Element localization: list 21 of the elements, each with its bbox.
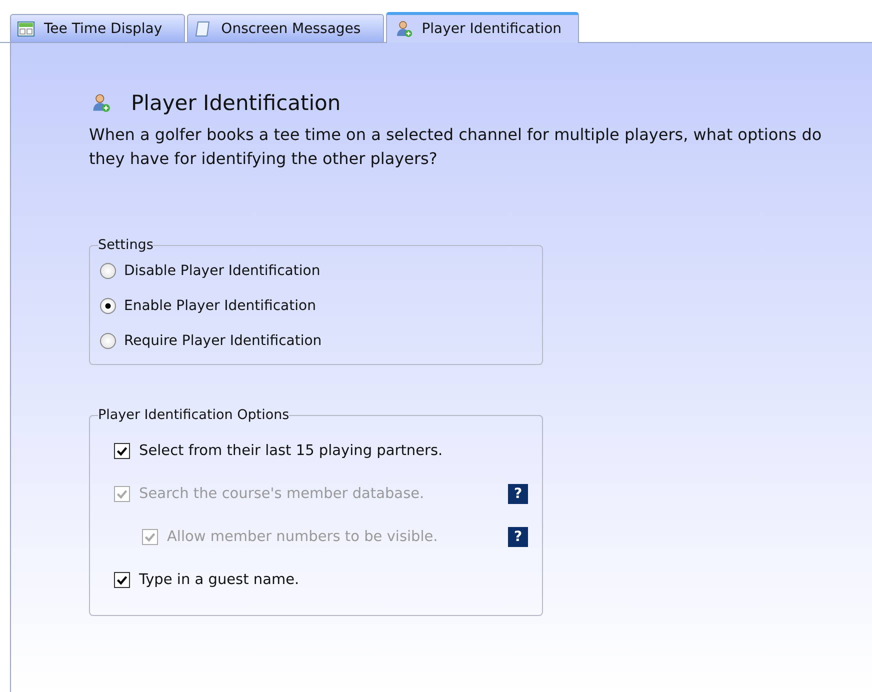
user-add-icon xyxy=(91,93,111,113)
description-text: When a golfer books a tee time on a selected channel for multiple players, what options do they have for identifying the other players? xyxy=(89,124,823,170)
tab[interactable]: Player Identification xyxy=(386,12,579,43)
radio-button[interactable] xyxy=(100,298,116,314)
user-add-icon xyxy=(394,20,413,38)
radio-button[interactable] xyxy=(100,332,116,348)
page-heading: Player Identification xyxy=(131,91,341,115)
layout-icon xyxy=(17,20,35,38)
radio-option[interactable]: Disable Player Identification xyxy=(100,253,532,288)
tab[interactable]: Onscreen Messages xyxy=(187,14,384,42)
checkbox-option[interactable]: Type in a guest name. xyxy=(114,572,300,588)
group-title: Player Identification Options xyxy=(98,407,290,423)
checkbox-option[interactable]: Select from their last 15 playing partners. xyxy=(114,442,443,458)
tab[interactable]: Tee Time Display xyxy=(10,14,186,42)
checkbox[interactable] xyxy=(114,442,130,458)
radio-option[interactable]: Enable Player Identification xyxy=(100,288,532,323)
document-icon xyxy=(194,20,212,38)
checkbox[interactable] xyxy=(114,572,130,588)
radio-button[interactable] xyxy=(100,262,116,278)
radio-option[interactable]: Require Player Identification xyxy=(100,323,532,358)
group-title: Settings xyxy=(98,237,154,253)
